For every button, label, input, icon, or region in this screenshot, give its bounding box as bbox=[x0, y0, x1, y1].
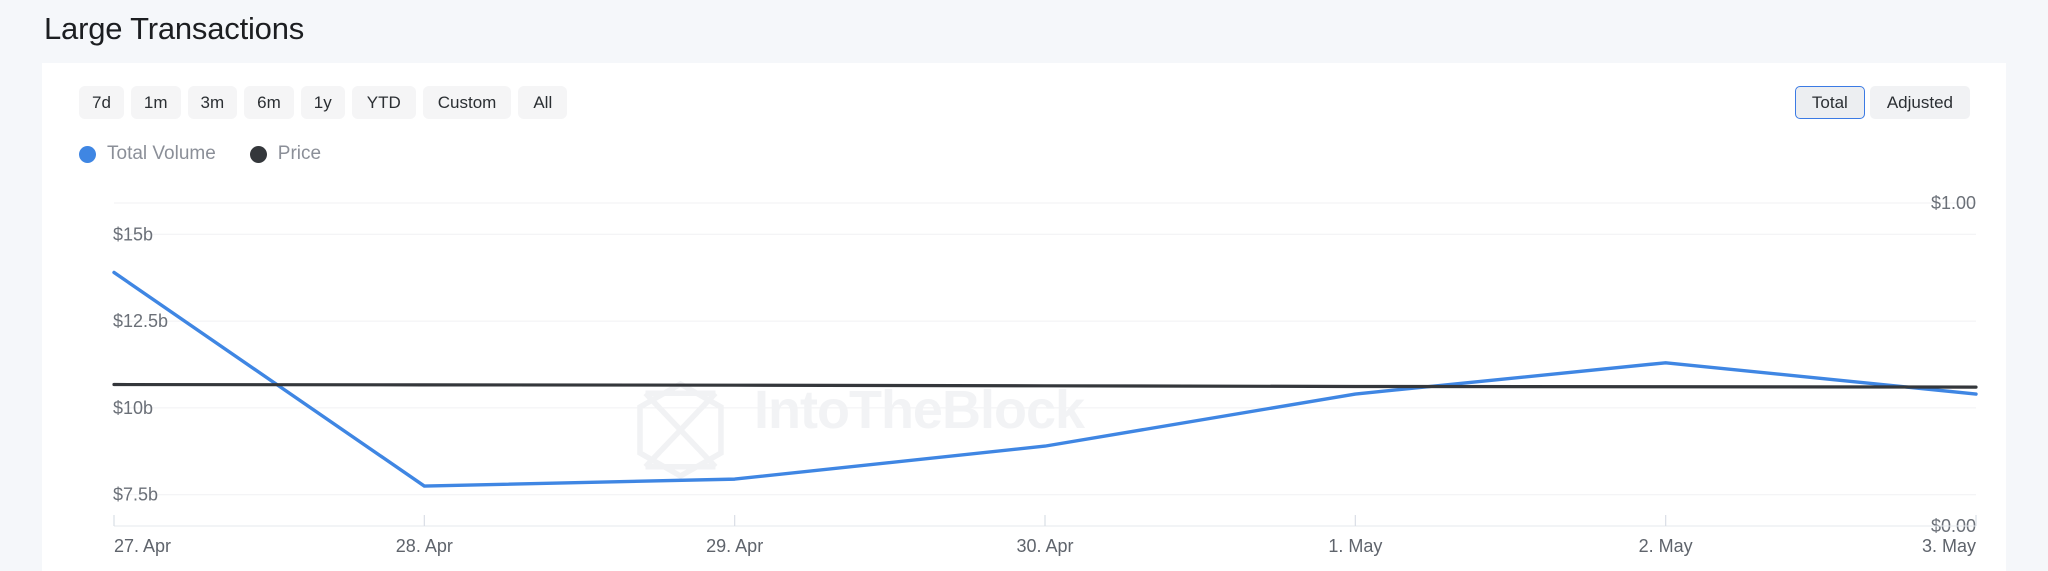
range-button-3m[interactable]: 3m bbox=[188, 86, 238, 119]
watermark-text: IntoTheBlock bbox=[754, 380, 1086, 440]
range-button-1y[interactable]: 1y bbox=[301, 86, 345, 119]
x-axis-tick-label: 28. Apr bbox=[396, 536, 453, 556]
legend-label: Price bbox=[278, 143, 321, 165]
range-button-ytd[interactable]: YTD bbox=[352, 86, 416, 119]
chart-toolbar: 7d1m3m6m1yYTDCustomAll TotalAdjusted bbox=[42, 63, 2006, 125]
left-axis-tick-labels: $7.5b $10b $12.5b $15b bbox=[113, 224, 168, 504]
page-title: Large Transactions bbox=[44, 10, 304, 48]
legend-item-price[interactable]: Price bbox=[250, 143, 321, 165]
time-range-button-group: 7d1m3m6m1yYTDCustomAll bbox=[79, 86, 567, 119]
line-chart-svg: IntoTheBlock $7.5b $10b $12.5b $15b $0.00$1… bbox=[42, 175, 2006, 571]
legend-dot-icon bbox=[250, 146, 267, 163]
intotheblock-hex-logo bbox=[640, 384, 721, 476]
chart-plot-area: IntoTheBlock $7.5b $10b $12.5b $15b $0.00$1… bbox=[42, 175, 2006, 571]
legend-dot-icon bbox=[79, 146, 96, 163]
mode-button-total[interactable]: Total bbox=[1795, 86, 1865, 119]
left-axis-tick: $7.5b bbox=[113, 485, 158, 505]
series-line-total-volume bbox=[114, 272, 1976, 486]
range-button-custom[interactable]: Custom bbox=[423, 86, 512, 119]
chart-legend: Total Volume Price bbox=[79, 143, 321, 165]
range-button-7d[interactable]: 7d bbox=[79, 86, 124, 119]
x-axis-tick-labels: 27. Apr 28. Apr 29. Apr 30. Apr 1. May 2. May… bbox=[114, 515, 1976, 556]
left-axis-tick: $10b bbox=[113, 398, 153, 418]
x-axis-tick-label: 29. Apr bbox=[706, 536, 763, 556]
series-line-price bbox=[114, 385, 1976, 388]
right-axis-tick: $1.00 bbox=[1931, 193, 1976, 213]
volume-mode-button-group: TotalAdjusted bbox=[1795, 86, 1970, 119]
x-axis-tick-label: 3. May bbox=[1922, 536, 1976, 556]
right-axis-tick-labels: $0.00$1.00 bbox=[1931, 193, 1976, 536]
x-axis-tick-label: 30. Apr bbox=[1016, 536, 1073, 556]
legend-item-total-volume[interactable]: Total Volume bbox=[79, 143, 216, 165]
x-axis-tick-label: 1. May bbox=[1328, 536, 1382, 556]
range-button-1m[interactable]: 1m bbox=[131, 86, 181, 119]
left-axis-tick: $12.5b bbox=[113, 311, 168, 331]
legend-label: Total Volume bbox=[107, 143, 216, 165]
gridlines bbox=[114, 203, 1976, 495]
range-button-6m[interactable]: 6m bbox=[244, 86, 294, 119]
chart-card: 7d1m3m6m1yYTDCustomAll TotalAdjusted Tot… bbox=[42, 63, 2006, 571]
range-button-all[interactable]: All bbox=[518, 86, 567, 119]
x-axis-tick-label: 27. Apr bbox=[114, 536, 171, 556]
intotheblock-watermark: IntoTheBlock bbox=[640, 380, 1086, 476]
mode-button-adjusted[interactable]: Adjusted bbox=[1870, 86, 1970, 119]
large-transactions-page: Large Transactions 7d1m3m6m1yYTDCustomAl… bbox=[0, 0, 2048, 571]
x-axis-tick-label: 2. May bbox=[1639, 536, 1693, 556]
data-series-layer bbox=[114, 272, 1976, 486]
left-axis-tick: $15b bbox=[113, 224, 153, 244]
